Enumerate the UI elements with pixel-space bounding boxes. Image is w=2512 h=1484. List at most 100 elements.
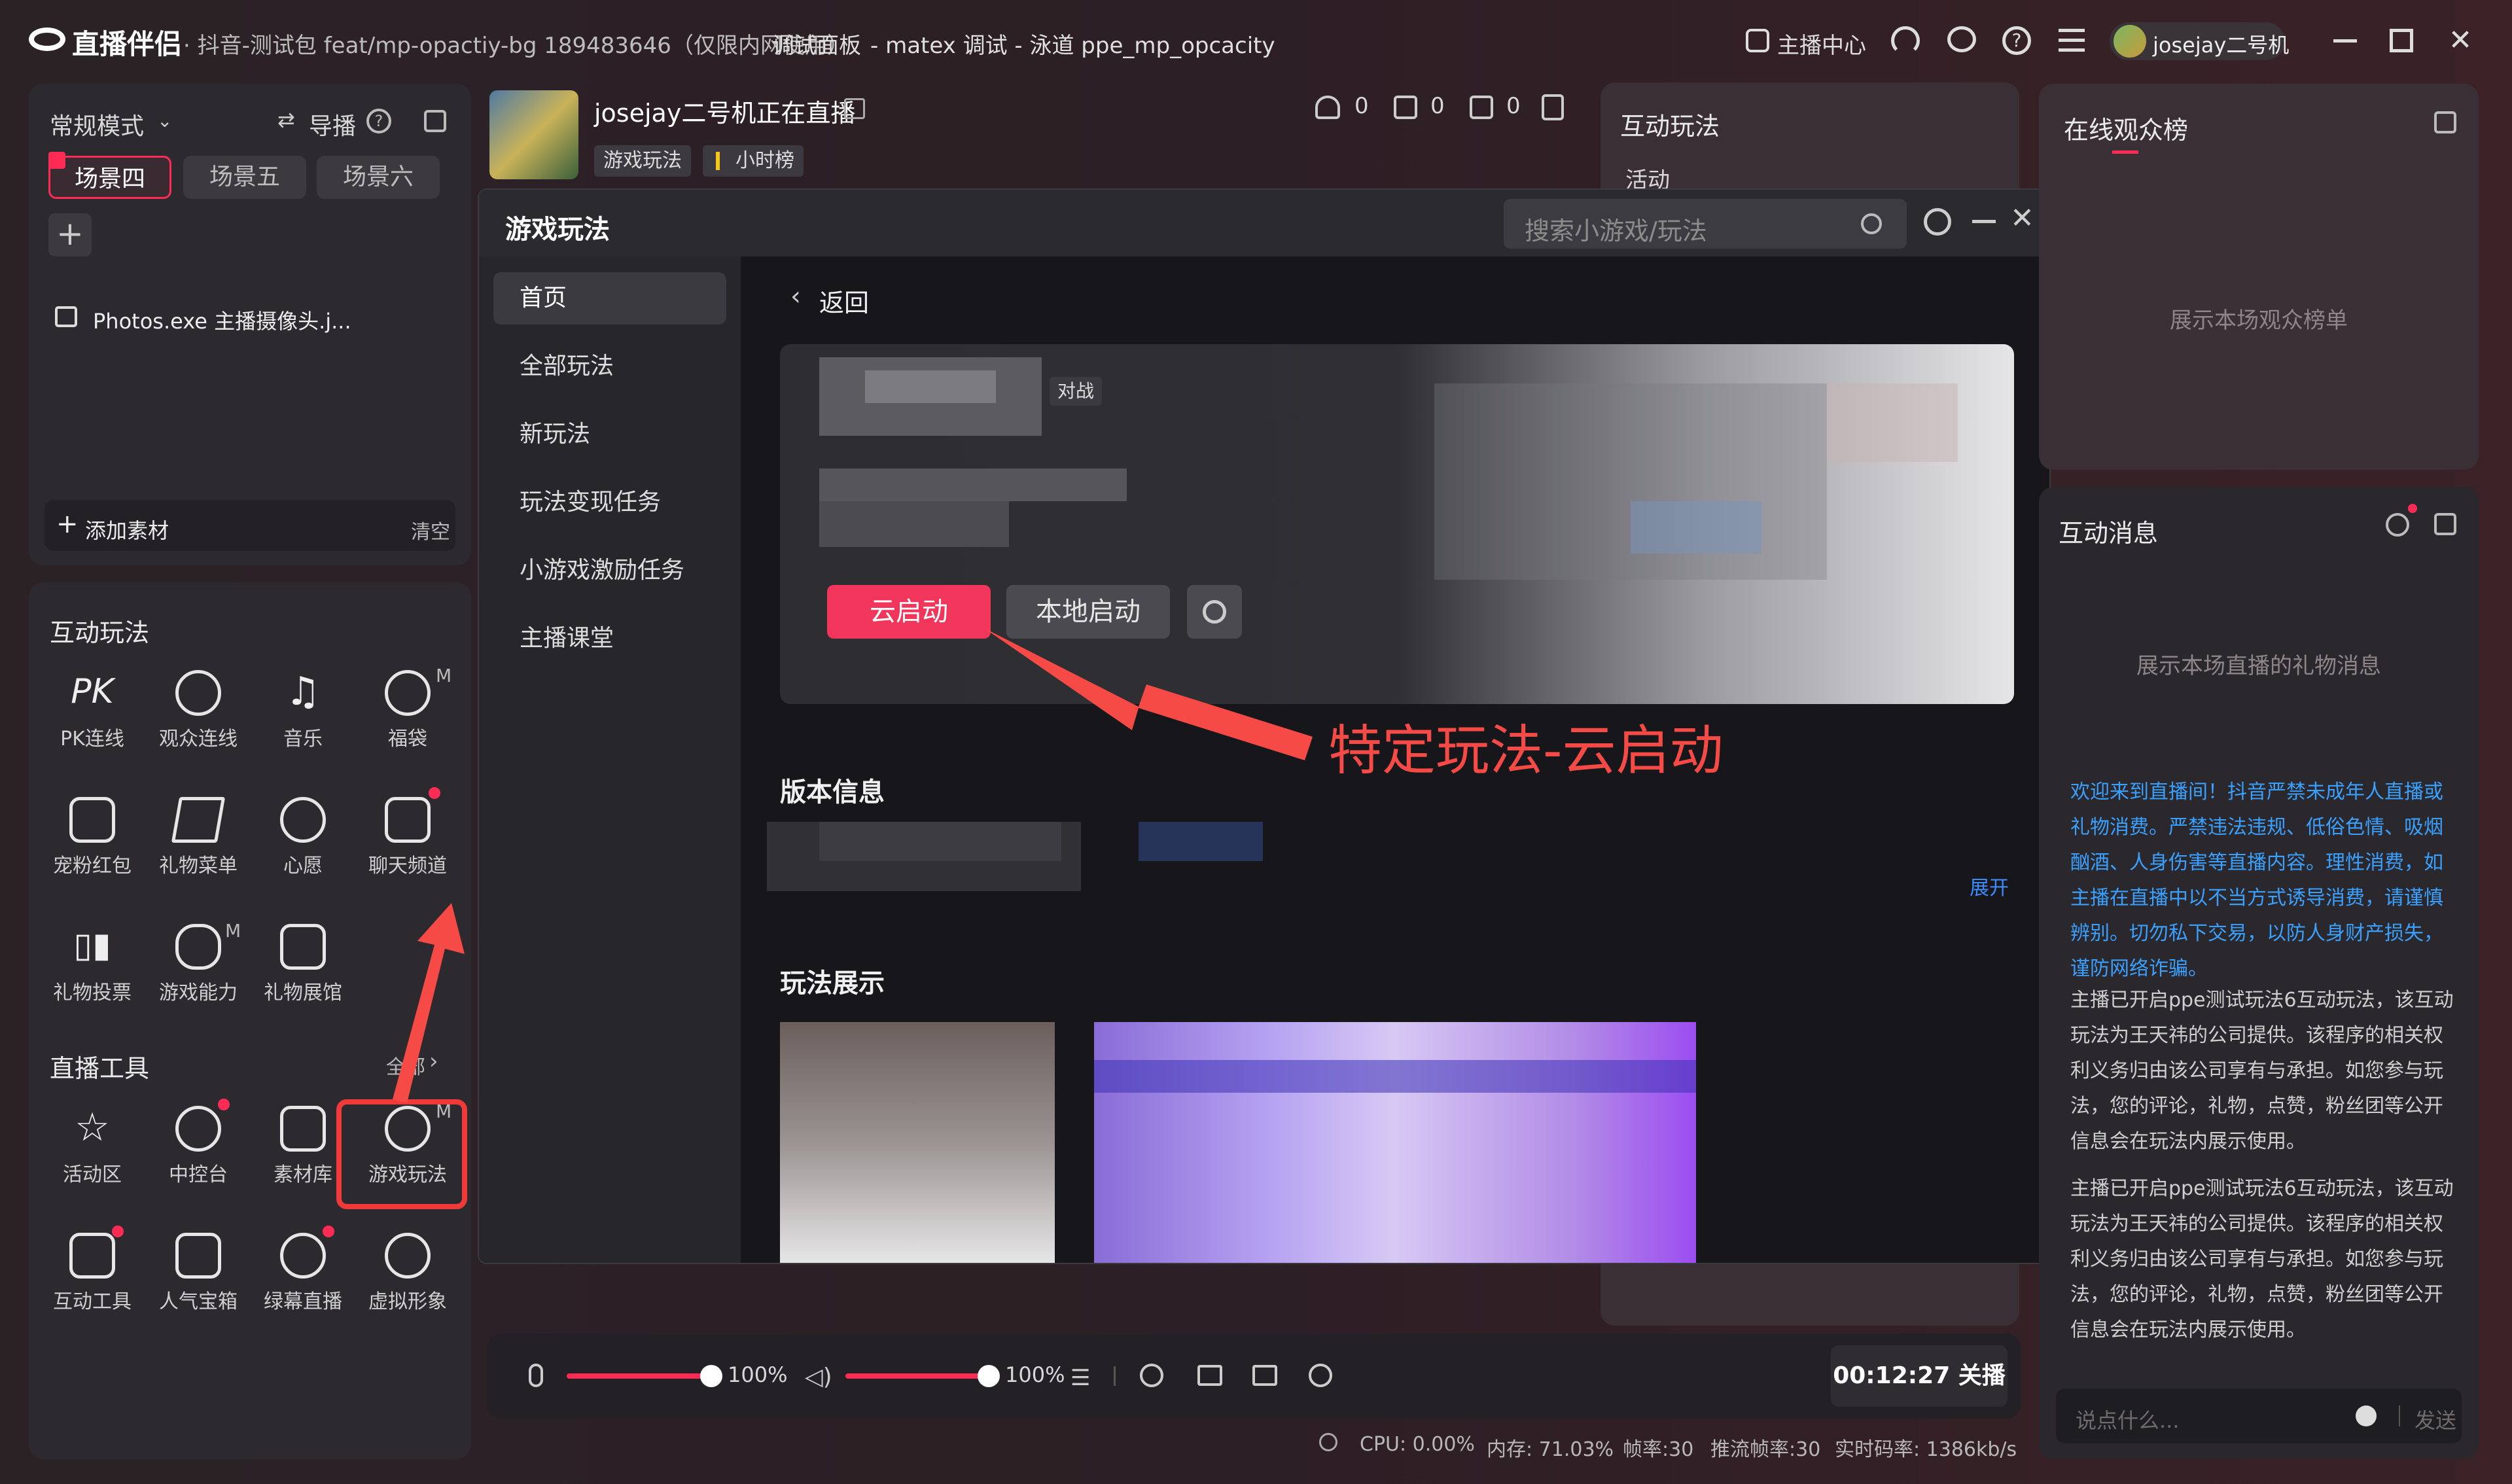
notification-dot <box>323 1226 334 1237</box>
speaker-icon[interactable]: ◁) <box>805 1364 832 1390</box>
scene-tab-5[interactable]: 场景五 <box>183 156 306 199</box>
control-center-button[interactable]: 中控台 <box>149 1097 247 1195</box>
party-icon <box>171 797 226 843</box>
gift-gallery-button[interactable]: 礼物展馆 <box>254 915 352 1013</box>
scene-panel: 常规模式 ⌄ ⇄ 导播 ? 场景四 场景五 场景六 + Photos.exe 主… <box>29 84 471 565</box>
cloud-start-button[interactable]: 云启动 <box>827 585 991 639</box>
message-item: 主播已开启ppe测试玩法6互动玩法，该互动玩法为王天祎的公司提供。该程序的相关权… <box>2070 1177 2454 1341</box>
notes-icon[interactable] <box>1542 94 1564 120</box>
anchor-center-button[interactable]: 主播中心 <box>1777 27 1866 60</box>
gift-vote-button[interactable]: ▯▮ 礼物投票 <box>43 915 141 1013</box>
tab-indicator <box>2112 150 2138 154</box>
pk-button[interactable]: PK PK连线 <box>43 661 141 759</box>
settings-icon[interactable] <box>2386 504 2417 537</box>
camera-icon[interactable] <box>1252 1365 1277 1386</box>
nav-new-games[interactable]: 新玩法 <box>493 408 726 461</box>
popularity-box-button[interactable]: 人气宝箱 <box>149 1224 247 1322</box>
scene-tab-4[interactable]: 场景四 <box>48 156 171 199</box>
minimize-icon[interactable] <box>2333 39 2357 43</box>
stream-title: josejay二号机正在直播 <box>594 99 856 128</box>
popout-icon[interactable] <box>2434 513 2456 535</box>
video-folder-icon <box>280 1106 326 1152</box>
gift-menu-button[interactable]: 礼物菜单 <box>149 788 247 886</box>
restore-icon[interactable] <box>2390 29 2413 52</box>
showcase-image-1[interactable] <box>780 1022 1055 1263</box>
speaker-slider-knob[interactable] <box>978 1365 1000 1387</box>
stop-stream-button[interactable]: 00:12:27 关播 <box>1831 1345 2008 1407</box>
nav-home[interactable]: 首页 <box>493 272 726 325</box>
messages-title: 互动消息 <box>2059 519 2159 548</box>
lane-info: - matex 调试 - 泳道 ppe_mp_opcacity <box>870 33 1275 59</box>
chat-channel-button[interactable]: 聊天频道 <box>359 787 457 886</box>
popout-icon[interactable] <box>2434 111 2456 133</box>
settings-icon[interactable] <box>1309 1364 1332 1387</box>
stream-cover[interactable] <box>489 90 578 179</box>
expand-link[interactable]: 展开 <box>1970 872 2009 900</box>
screen-icon[interactable] <box>1197 1365 1222 1386</box>
music-button[interactable]: ♫ 音乐 <box>254 661 352 759</box>
platform-notice: 欢迎来到直播间！抖音严禁未成年人直播或礼物消费。严禁违法违规、低俗色情、吸烟酗酒… <box>2070 781 2443 980</box>
nav-monetize-tasks[interactable]: 玩法变现任务 <box>493 476 726 529</box>
menu-icon[interactable] <box>2059 26 2085 52</box>
push-fps-status: 推流帧率:30 <box>1710 1438 1821 1461</box>
add-material-button[interactable]: 添加素材 <box>85 514 169 544</box>
mode-select[interactable]: 常规模式 <box>50 107 144 141</box>
screenshot-blur <box>1827 383 1958 462</box>
nav-anchor-class[interactable]: 主播课堂 <box>493 612 726 665</box>
likes-count: 0 <box>1430 93 1445 119</box>
debug-panel-link[interactable]: 调试面板 <box>772 27 861 60</box>
bottom-control-bar: 100% ◁) 100% ☰ 00:12:27 关播 <box>487 1334 2021 1419</box>
interactive-tools-button[interactable]: 互动工具 <box>43 1224 141 1322</box>
dialog-nav: 首页 全部玩法 新玩法 玩法变现任务 小游戏激励任务 主播课堂 <box>479 256 741 1263</box>
puzzle-icon <box>69 1226 124 1279</box>
audience-link-button[interactable]: 观众连线 <box>149 661 247 759</box>
memory-status: 内存: 71.03% <box>1487 1438 1614 1461</box>
search-box[interactable]: 搜索小游戏/玩法 <box>1504 199 1907 249</box>
avatar-button[interactable]: 虚拟形象 <box>359 1224 457 1322</box>
chat-input[interactable]: 说点什么... <box>2076 1404 2180 1434</box>
search-icon[interactable] <box>1861 213 1882 234</box>
send-button[interactable]: 发送 <box>2415 1404 2456 1434</box>
mic-slider[interactable] <box>567 1373 711 1379</box>
fan-redpack-button[interactable]: 宠粉红包 <box>43 788 141 886</box>
speaker-slider[interactable] <box>845 1373 989 1379</box>
add-scene-button[interactable]: + <box>48 213 92 256</box>
mixer-icon[interactable]: ☰ <box>1070 1365 1090 1391</box>
headset-icon[interactable] <box>1891 26 1920 55</box>
user-chip[interactable]: josejay二号机 <box>2110 22 2289 60</box>
showcase-image-2[interactable] <box>1094 1022 1696 1263</box>
wish-button[interactable]: 心愿 <box>254 788 352 886</box>
emoji-icon[interactable] <box>2356 1405 2377 1426</box>
activity-area-button[interactable]: ☆ 活动区 <box>43 1097 141 1195</box>
microphone-icon[interactable] <box>529 1364 543 1387</box>
help-icon[interactable]: ? <box>2002 26 2031 55</box>
back-chevron-icon[interactable]: ‹ <box>790 281 801 311</box>
messages-panel: 互动消息 展示本场直播的礼物消息 欢迎来到直播间！抖音严禁未成年人直播或礼物消费… <box>2039 487 2479 1459</box>
redpack-icon <box>69 797 115 843</box>
dialog-header: 游戏玩法 搜索小游戏/玩法 ✕ <box>479 190 2049 256</box>
mic-slider-knob[interactable] <box>700 1365 722 1387</box>
back-button[interactable]: 返回 <box>819 283 869 319</box>
app-name: 直播伴侣 <box>72 28 183 60</box>
close-icon[interactable]: ✕ <box>2010 202 2034 235</box>
scene-tab-6[interactable]: 场景六 <box>317 156 440 199</box>
help-icon[interactable]: ? <box>366 109 391 133</box>
settings-icon[interactable] <box>1924 208 1951 236</box>
popout-icon[interactable] <box>424 110 446 132</box>
search-input[interactable]: 搜索小游戏/玩法 <box>1525 211 1707 247</box>
stream-tag[interactable]: 游戏玩法 <box>594 145 691 177</box>
green-screen-button[interactable]: 绿幕直播 <box>254 1224 352 1322</box>
minimize-icon[interactable] <box>1972 220 1996 223</box>
beauty-icon[interactable] <box>1140 1364 1163 1387</box>
nav-all-games[interactable]: 全部玩法 <box>493 340 726 393</box>
clear-button[interactable]: 清空 <box>411 516 450 544</box>
avatar <box>2114 25 2146 58</box>
guide-button[interactable]: 导播 <box>309 107 356 141</box>
version-blur <box>819 822 1061 861</box>
app-logo-icon <box>29 27 65 51</box>
edit-icon[interactable] <box>844 98 865 119</box>
chat-icon[interactable] <box>1947 26 1976 52</box>
source-item[interactable]: Photos.exe 主播摄像头.j... <box>93 305 351 335</box>
close-icon[interactable]: ✕ <box>2441 21 2480 60</box>
nav-incentive-tasks[interactable]: 小游戏激励任务 <box>493 544 726 597</box>
